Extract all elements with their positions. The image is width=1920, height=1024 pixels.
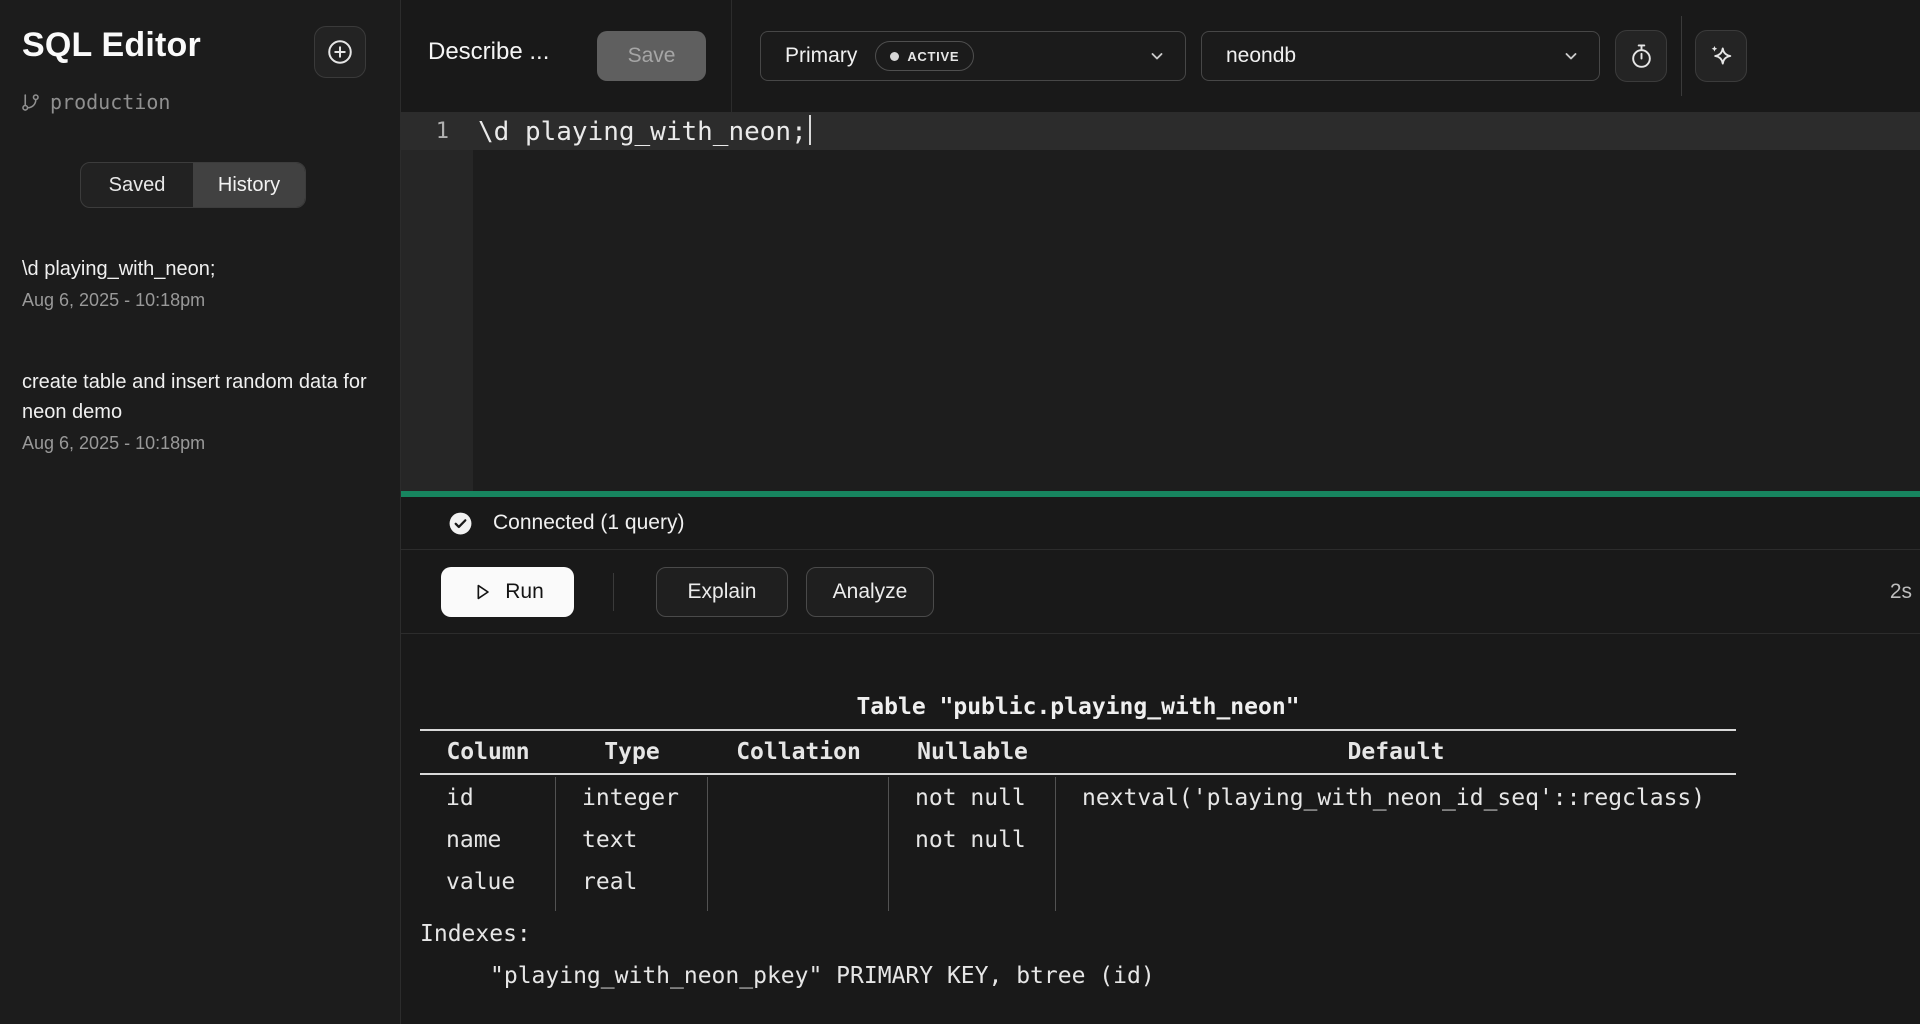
status-badge: ACTIVE: [875, 41, 974, 71]
results-cell: name: [420, 819, 555, 861]
results-column-header: Column: [420, 739, 556, 765]
explain-button[interactable]: Explain: [656, 567, 788, 617]
history-list: \d playing_with_neon; Aug 6, 2025 - 10:18…: [0, 254, 400, 454]
run-button[interactable]: Run: [441, 567, 574, 617]
connection-status-text: Connected (1 query): [493, 511, 684, 535]
new-query-button[interactable]: [314, 26, 366, 78]
sql-editor-app: SQL Editor production SavedHistory \d pl…: [0, 0, 1920, 1024]
results-cell: [708, 819, 888, 861]
query-title: Describe ...: [428, 38, 549, 66]
results-column-header: Default: [1056, 739, 1736, 765]
query-actions-bar: Run Explain Analyze 2s: [401, 550, 1920, 634]
results-table-column: nextval('playing_with_neon_id_seq'::regc…: [1056, 777, 1736, 911]
toolbar-divider: [731, 0, 732, 112]
results-cell: [889, 861, 1055, 903]
play-icon: [471, 581, 493, 603]
branch-select[interactable]: Primary ACTIVE: [760, 31, 1186, 81]
status-badge-label: ACTIVE: [907, 49, 959, 64]
toolbar-divider: [1681, 16, 1682, 96]
history-item-date: Aug 6, 2025 - 10:18pm: [22, 290, 374, 311]
sidebar-header: SQL Editor: [0, 0, 400, 78]
results-cell: not null: [889, 819, 1055, 861]
results-cell: [708, 777, 888, 819]
editor-active-line[interactable]: 1 \d playing_with_neon;: [401, 112, 1920, 150]
results-indexes-list: "playing_with_neon_pkey" PRIMARY KEY, bt…: [420, 955, 1920, 997]
results-column-header: Type: [556, 739, 708, 765]
results-table-body: idnamevalueintegertextreal not nullnot nu…: [420, 775, 1736, 911]
results-cell: nextval('playing_with_neon_id_seq'::regc…: [1056, 777, 1736, 819]
connection-status-bar: Connected (1 query): [401, 497, 1920, 550]
query-results: Table "public.playing_with_neon" ColumnT…: [401, 634, 1920, 1024]
branch-indicator: production: [20, 90, 400, 114]
indexes-label: Indexes:: [420, 913, 1920, 955]
active-dot-icon: [890, 52, 899, 61]
results-indexes: Indexes: "playing_with_neon_pkey" PRIMAR…: [420, 913, 1920, 997]
results-table-column: not nullnot null: [889, 777, 1056, 911]
chevron-down-icon: [1147, 46, 1167, 66]
timer-icon: [1628, 43, 1655, 70]
results-table-column: integertextreal: [556, 777, 708, 911]
results-cell: id: [420, 777, 555, 819]
results-table: Table "public.playing_with_neon" ColumnT…: [420, 685, 1736, 911]
history-item[interactable]: \d playing_with_neon; Aug 6, 2025 - 10:18…: [22, 254, 374, 311]
results-table-title: Table "public.playing_with_neon": [420, 685, 1736, 729]
results-cell: not null: [889, 777, 1055, 819]
main-panel: Describe ... Save Primary ACTIVE: [401, 0, 1920, 1024]
line-number: 1: [401, 119, 473, 144]
history-item[interactable]: create table and insert random data for …: [22, 367, 374, 454]
code-text: \d playing_with_neon;: [473, 115, 811, 147]
results-cell: value: [420, 861, 555, 903]
editor-toolbar: Describe ... Save Primary ACTIVE: [401, 0, 1920, 112]
git-branch-icon: [20, 92, 41, 113]
actions-divider: [613, 573, 614, 611]
results-table-column: [708, 777, 889, 911]
results-cell: [1056, 819, 1736, 861]
sidebar-tabs: SavedHistory: [80, 162, 306, 208]
ai-assist-button[interactable]: [1695, 30, 1747, 82]
chevron-down-icon: [1561, 46, 1581, 66]
results-column-header: Collation: [708, 739, 889, 765]
history-item-title: create table and insert random data for …: [22, 367, 374, 427]
branch-name: production: [50, 90, 170, 114]
save-button[interactable]: Save: [597, 31, 706, 81]
sparkles-icon: [1707, 42, 1735, 70]
database-select[interactable]: neondb: [1201, 31, 1600, 81]
code-editor[interactable]: 1 \d playing_with_neon;: [401, 112, 1920, 491]
sidebar: SQL Editor production SavedHistory \d pl…: [0, 0, 401, 1024]
results-cell: text: [556, 819, 707, 861]
results-cell: real: [556, 861, 707, 903]
results-table-column: idnamevalue: [420, 777, 556, 911]
plus-circle-icon: [325, 37, 355, 67]
tab-saved[interactable]: Saved: [81, 163, 193, 207]
results-table-header: ColumnTypeCollationNullableDefault: [420, 729, 1736, 775]
branch-select-value: Primary: [785, 44, 857, 68]
results-column-header: Nullable: [889, 739, 1056, 765]
editor-gutter: [401, 112, 473, 491]
tab-history[interactable]: History: [193, 163, 305, 207]
check-circle-icon: [448, 511, 473, 536]
results-cell: [1056, 861, 1736, 903]
page-title: SQL Editor: [22, 26, 201, 65]
text-cursor: [809, 115, 811, 145]
index-line: "playing_with_neon_pkey" PRIMARY KEY, bt…: [420, 955, 1920, 997]
history-item-title: \d playing_with_neon;: [22, 254, 374, 284]
query-duration: 2s: [1890, 580, 1912, 604]
history-item-date: Aug 6, 2025 - 10:18pm: [22, 433, 374, 454]
database-select-value: neondb: [1226, 44, 1296, 68]
results-cell: integer: [556, 777, 707, 819]
analyze-button[interactable]: Analyze: [806, 567, 934, 617]
results-cell: [708, 861, 888, 903]
query-history-button[interactable]: [1615, 30, 1667, 82]
